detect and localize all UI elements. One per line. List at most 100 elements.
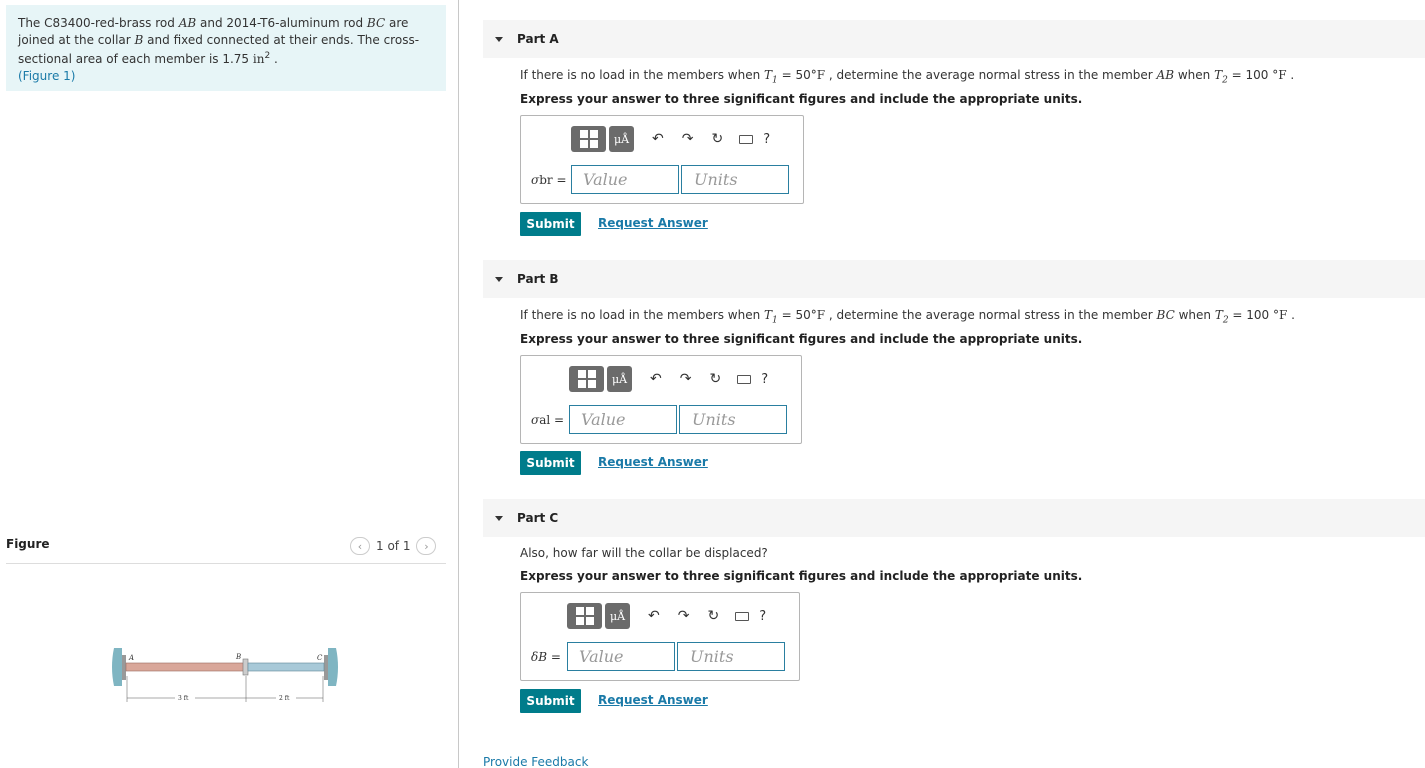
question-text: . — [1287, 308, 1295, 322]
answer-label: σal = — [531, 413, 565, 427]
templates-button[interactable] — [571, 126, 606, 152]
question-var: T — [1214, 308, 1223, 322]
units-button[interactable]: μÅ — [605, 603, 630, 629]
request-answer-link[interactable]: Request Answer — [598, 216, 708, 230]
question-unit: °F — [1272, 308, 1288, 322]
part-c-header[interactable]: Part C — [483, 499, 1425, 537]
part-b-instruction: Express your answer to three significant… — [520, 332, 1083, 346]
column-divider — [458, 0, 459, 768]
math-toolbar: μÅ ↶ ↷ ↻ ? — [567, 603, 766, 629]
units-input[interactable]: Units — [681, 165, 789, 194]
part-a-header[interactable]: Part A — [483, 20, 1425, 58]
question-text: = 50 — [777, 308, 811, 322]
undo-icon[interactable]: ↶ — [648, 608, 660, 624]
answer-label: δB = — [531, 650, 561, 664]
caret-down-icon — [495, 36, 503, 42]
left-panel: The C83400-red-brass rod AB and 2014-T6-… — [0, 0, 458, 768]
question-text: . — [1286, 68, 1295, 82]
question-text: when — [1174, 68, 1215, 82]
question-unit: °F — [1272, 68, 1287, 82]
provide-feedback-link[interactable]: Provide Feedback — [483, 755, 588, 768]
keyboard-icon[interactable] — [739, 134, 754, 144]
part-b-title: Part B — [517, 272, 559, 286]
help-button[interactable]: ? — [763, 132, 770, 147]
point-a-label: A — [128, 654, 134, 662]
answer-symbol: σ — [531, 413, 540, 427]
question-var: T — [1214, 68, 1223, 82]
submit-button[interactable]: Submit — [520, 212, 581, 236]
submit-button[interactable]: Submit — [520, 689, 581, 713]
right-flange — [324, 655, 328, 680]
problem-unit: in — [252, 52, 265, 66]
reset-icon[interactable]: ↻ — [711, 131, 723, 147]
collar — [242, 658, 249, 676]
problem-text: and 2014-T6-aluminum rod — [196, 16, 367, 30]
problem-statement: The C83400-red-brass rod AB and 2014-T6-… — [6, 5, 446, 91]
keyboard-icon[interactable] — [735, 611, 750, 621]
problem-text: The C83400-red-brass rod — [18, 16, 179, 30]
reset-icon[interactable]: ↻ — [707, 608, 719, 624]
part-a-instruction: Express your answer to three significant… — [520, 92, 1083, 106]
question-unit: °F — [810, 308, 826, 322]
question-text: If there is no load in the members when — [520, 68, 765, 82]
question-unit: °F — [810, 68, 826, 82]
figure-divider — [6, 563, 446, 564]
point-c-label: C — [317, 654, 323, 662]
left-wall — [112, 648, 122, 686]
problem-var: AB — [178, 16, 197, 30]
math-toolbar: μÅ ↶ ↷ ↻ ? — [571, 126, 770, 152]
part-c-question: Also, how far will the collar be displac… — [520, 546, 768, 560]
figure-label: Figure — [6, 537, 50, 551]
left-flange — [122, 655, 126, 680]
help-button[interactable]: ? — [761, 372, 768, 387]
redo-icon[interactable]: ↷ — [678, 608, 690, 624]
part-b-question: If there is no load in the members when … — [520, 308, 1295, 325]
request-answer-link[interactable]: Request Answer — [598, 455, 708, 469]
keyboard-icon[interactable] — [737, 374, 752, 384]
figure-pager: ‹ 1 of 1 › — [350, 537, 437, 555]
value-input[interactable]: Value — [567, 642, 675, 671]
problem-text: . — [270, 52, 278, 66]
help-button[interactable]: ? — [759, 609, 766, 624]
chevron-right-icon[interactable]: › — [416, 537, 437, 555]
answer-symbol-sub: br — [539, 173, 553, 187]
part-b-header[interactable]: Part B — [483, 260, 1425, 298]
undo-icon[interactable]: ↶ — [652, 131, 664, 147]
part-a-question: If there is no load in the members when … — [520, 68, 1294, 85]
units-button[interactable]: μÅ — [607, 366, 632, 392]
problem-var: BC — [366, 16, 386, 30]
submit-button[interactable]: Submit — [520, 451, 581, 475]
units-button[interactable]: μÅ — [609, 126, 634, 152]
question-text: when — [1174, 308, 1215, 322]
caret-down-icon — [495, 515, 503, 521]
redo-icon[interactable]: ↷ — [680, 371, 692, 387]
question-text: = 50 — [777, 68, 811, 82]
question-text: , determine the average normal stress in… — [825, 68, 1157, 82]
right-wall — [328, 648, 338, 686]
figure-link[interactable]: (Figure 1) — [18, 69, 75, 83]
value-input[interactable]: Value — [571, 165, 679, 194]
part-a-title: Part A — [517, 32, 559, 46]
figure-pager-count: 1 of 1 — [376, 539, 411, 553]
question-var: BC — [1156, 308, 1175, 322]
question-var: AB — [1156, 68, 1175, 82]
part-a-answer-box: μÅ ↶ ↷ ↻ ? σbr = Value Units — [520, 115, 804, 204]
chevron-left-icon[interactable]: ‹ — [350, 537, 370, 555]
point-b-label: B — [235, 653, 241, 661]
request-answer-link[interactable]: Request Answer — [598, 693, 708, 707]
templates-button[interactable] — [567, 603, 602, 629]
redo-icon[interactable]: ↷ — [682, 131, 694, 147]
question-var: T — [764, 68, 773, 82]
units-input[interactable]: Units — [679, 405, 787, 434]
undo-icon[interactable]: ↶ — [650, 371, 662, 387]
rod-ab — [125, 662, 245, 672]
math-toolbar: μÅ ↶ ↷ ↻ ? — [569, 366, 768, 392]
answer-symbol: σ — [531, 173, 540, 187]
part-c-answer-box: μÅ ↶ ↷ ↻ ? δB = Value Units — [520, 592, 800, 681]
reset-icon[interactable]: ↻ — [709, 371, 721, 387]
rod-bc — [247, 662, 325, 672]
question-var: T — [764, 308, 773, 322]
templates-button[interactable] — [569, 366, 604, 392]
value-input[interactable]: Value — [569, 405, 677, 434]
units-input[interactable]: Units — [677, 642, 785, 671]
